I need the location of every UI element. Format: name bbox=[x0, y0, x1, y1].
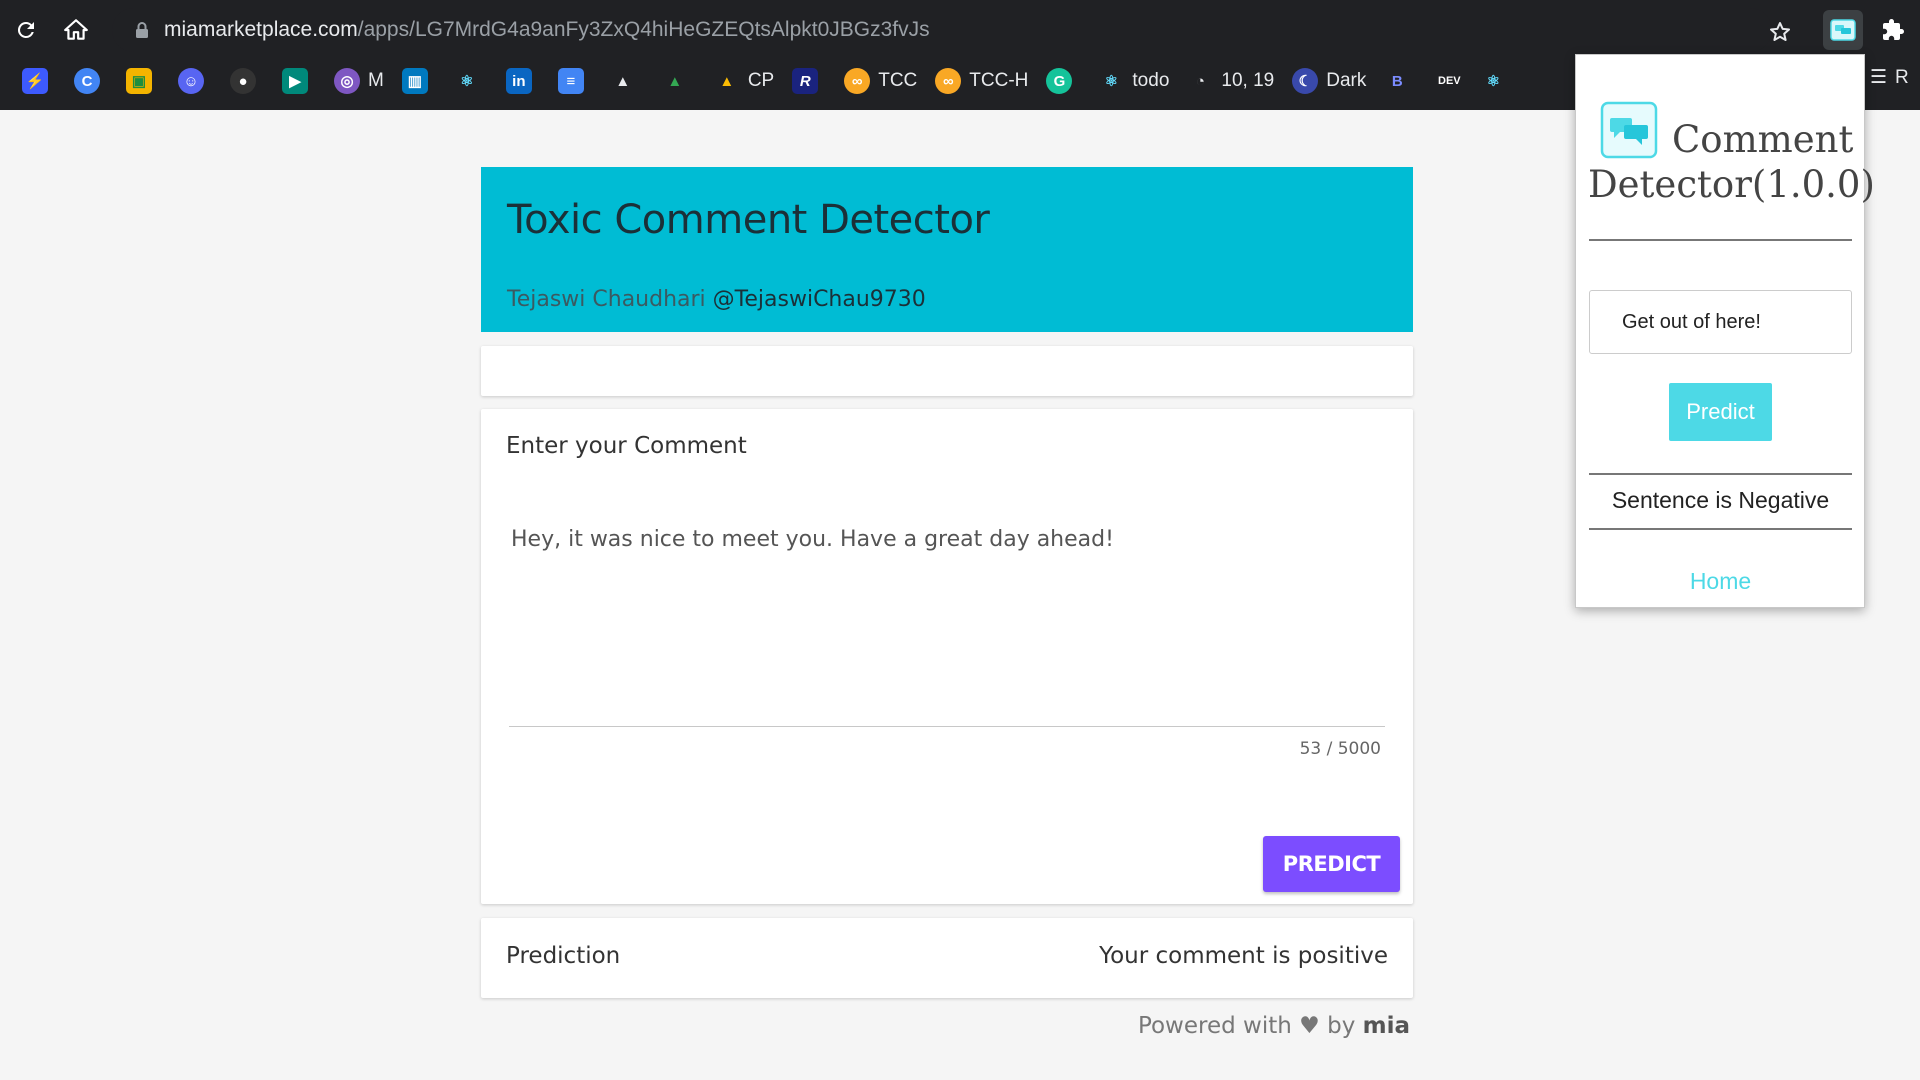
bookmark-item[interactable]: ▥ bbox=[394, 63, 446, 99]
github-icon: ● bbox=[230, 68, 256, 94]
home-button[interactable] bbox=[56, 10, 96, 50]
r-icon: R bbox=[792, 68, 819, 94]
footer-brand[interactable]: mia bbox=[1363, 1013, 1410, 1039]
extensions-button[interactable] bbox=[1873, 10, 1913, 50]
comment-textarea[interactable]: Hey, it was nice to meet you. Have a gre… bbox=[511, 527, 1381, 552]
tcc-icon: ∞ bbox=[935, 68, 962, 94]
popup-title-line1: Comment bbox=[1672, 118, 1854, 161]
bookmark-item[interactable]: C bbox=[66, 63, 118, 99]
bookmark-item[interactable]: B bbox=[1376, 63, 1428, 99]
divider bbox=[1589, 473, 1852, 475]
reading-list-button[interactable]: ☰ R bbox=[1870, 66, 1909, 89]
bookmark-item[interactable]: ● bbox=[222, 63, 274, 99]
bookmark-item[interactable]: ⚛ bbox=[446, 63, 498, 99]
reload-icon bbox=[17, 21, 34, 38]
react-icon: ⚛ bbox=[1104, 73, 1119, 90]
reload-button[interactable] bbox=[6, 10, 46, 50]
reading-list-icon: ☰ bbox=[1870, 67, 1888, 88]
bolt-icon: ⚡ bbox=[22, 68, 48, 94]
bookmark-item[interactable]: ⚛ todo bbox=[1090, 63, 1179, 99]
popup-home-link[interactable]: Home bbox=[1589, 568, 1852, 595]
bookmark-item[interactable]: ▣ bbox=[118, 63, 170, 99]
popup-title-line2: Detector(1.0.0) bbox=[1588, 163, 1875, 206]
tcc-icon: ∞ bbox=[844, 68, 871, 94]
popup-result: Sentence is Negative bbox=[1611, 487, 1830, 513]
comment-detector-extension-button[interactable] bbox=[1823, 10, 1863, 50]
footer-by: by bbox=[1327, 1013, 1356, 1039]
trello-icon: ▥ bbox=[401, 68, 428, 94]
popup-predict-button[interactable]: Predict bbox=[1669, 383, 1772, 441]
divider bbox=[1589, 239, 1852, 241]
bookmark-item[interactable]: R bbox=[784, 63, 836, 99]
extension-popup: Comment Detector(1.0.0) Get out of here! … bbox=[1575, 54, 1875, 608]
c-circle-icon: C bbox=[74, 68, 100, 94]
bookmark-item[interactable]: ◎ M bbox=[326, 63, 394, 99]
classroom-icon: ▣ bbox=[126, 68, 152, 94]
url-host: miamarketplace.com bbox=[164, 18, 358, 41]
dev-icon: DEV bbox=[1438, 75, 1461, 87]
speedometer-icon: ◔ bbox=[1195, 72, 1205, 90]
bookmark-item[interactable]: ⚡ bbox=[14, 63, 66, 99]
mountain-icon: ▲ bbox=[615, 72, 631, 90]
comment-card: Enter your Comment Hey, it was nice to m… bbox=[481, 409, 1413, 904]
popup-title: Comment Detector(1.0.0) bbox=[1588, 117, 1875, 207]
bookmark-item[interactable]: ▲ CP bbox=[706, 63, 784, 99]
globe-icon: ◎ bbox=[334, 68, 360, 94]
grammarly-icon: G bbox=[1046, 68, 1073, 94]
bookmark-item[interactable]: ▲ bbox=[654, 63, 706, 99]
chat-bubbles-icon bbox=[1830, 19, 1856, 41]
bookmark-item[interactable]: ≡ bbox=[550, 63, 602, 99]
bookmark-item[interactable]: DEV bbox=[1428, 63, 1472, 99]
prediction-card: Prediction Your comment is positive bbox=[481, 918, 1413, 998]
bookmark-item[interactable]: ∞ TCC-H bbox=[927, 63, 1038, 99]
docs-icon: ≡ bbox=[557, 68, 584, 94]
bookmark-item[interactable]: in bbox=[498, 63, 550, 99]
moon-icon: ☾ bbox=[1292, 68, 1319, 94]
bookmark-star-button[interactable] bbox=[1760, 12, 1800, 52]
comment-label: Enter your Comment bbox=[506, 433, 747, 459]
drive-icon: ▲ bbox=[667, 72, 683, 90]
prediction-value: Your comment is positive bbox=[1099, 943, 1388, 969]
popup-sentence-input[interactable]: Get out of here! bbox=[1589, 290, 1852, 354]
react-icon: ⚛ bbox=[1486, 73, 1501, 90]
bookmark-item[interactable]: ▲ bbox=[602, 63, 654, 99]
predict-button[interactable]: PREDICT bbox=[1263, 836, 1400, 892]
linkedin-icon: in bbox=[505, 68, 532, 94]
app-header: Toxic Comment Detector Tejaswi Chaudhari… bbox=[481, 167, 1413, 332]
bookmark-item[interactable]: G bbox=[1038, 63, 1090, 99]
url-path: /apps/LG7MrdG4a9anFy3ZxQ4hiHeGZEQtsAlpkt… bbox=[357, 18, 930, 41]
app-author: Tejaswi Chaudhari @TejaswiChau9730 bbox=[507, 287, 926, 312]
author-handle[interactable]: @TejaswiChau9730 bbox=[713, 287, 926, 312]
bootstrap-icon: B bbox=[1391, 72, 1403, 90]
bookmark-item[interactable]: ∞ TCC bbox=[836, 63, 927, 99]
char-counter: 53 / 5000 bbox=[1299, 739, 1381, 759]
footer-prefix: Powered with bbox=[1137, 1013, 1292, 1039]
drive-icon: ▲ bbox=[719, 72, 735, 90]
lock-icon bbox=[132, 20, 152, 40]
bookmark-item[interactable]: ☺ bbox=[170, 63, 222, 99]
footer: Powered with ♥ by mia bbox=[1138, 1013, 1410, 1039]
app-title: Toxic Comment Detector bbox=[507, 197, 990, 243]
react-icon: ⚛ bbox=[460, 73, 474, 90]
textarea-underline bbox=[509, 726, 1385, 727]
heart-icon: ♥ bbox=[1299, 1013, 1320, 1039]
star-icon bbox=[1770, 22, 1790, 41]
bookmark-item[interactable]: ▶ bbox=[274, 63, 326, 99]
bookmark-item[interactable]: ⚛ bbox=[1472, 63, 1524, 99]
home-icon bbox=[64, 19, 88, 40]
url-text: miamarketplace.com/apps/LG7MrdG4a9anFy3Z… bbox=[164, 18, 930, 42]
author-name: Tejaswi Chaudhari bbox=[507, 287, 706, 312]
discord-icon: ☺ bbox=[178, 68, 204, 94]
meet-icon: ▶ bbox=[282, 68, 308, 94]
address-row: miamarketplace.com/apps/LG7MrdG4a9anFy3Z… bbox=[0, 0, 1920, 58]
puzzle-icon bbox=[1883, 19, 1904, 40]
bookmark-item[interactable]: ☾ Dark bbox=[1284, 63, 1376, 99]
blank-card bbox=[481, 346, 1413, 396]
bookmark-item[interactable]: ◔ 10, 19 bbox=[1179, 63, 1284, 99]
address-bar[interactable]: miamarketplace.com/apps/LG7MrdG4a9anFy3Z… bbox=[112, 8, 1772, 52]
prediction-label: Prediction bbox=[506, 943, 621, 969]
divider bbox=[1589, 528, 1852, 530]
